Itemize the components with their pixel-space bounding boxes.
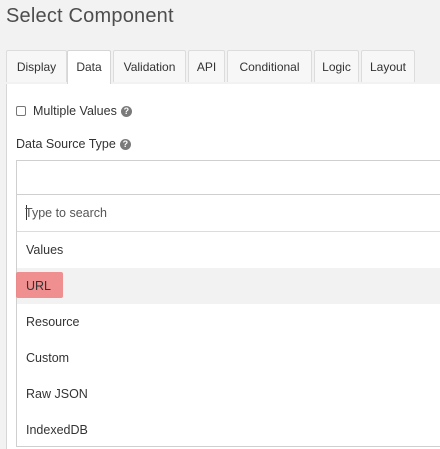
option-label: Raw JSON xyxy=(26,387,88,401)
option-label: IndexedDB xyxy=(26,423,88,437)
tab-logic[interactable]: Logic xyxy=(314,50,359,82)
multiple-values-row: Multiple Values ? xyxy=(16,104,132,118)
option-values[interactable]: Values xyxy=(17,232,440,268)
tab-conditional[interactable]: Conditional xyxy=(227,50,312,82)
data-source-type-label-row: Data Source Type ? xyxy=(16,137,131,151)
option-label: Values xyxy=(26,243,64,257)
question-circle-icon[interactable]: ? xyxy=(120,105,132,117)
tab-bar: Display Data Validation API Conditional … xyxy=(6,50,440,85)
tab-api[interactable]: API xyxy=(188,50,225,82)
option-resource[interactable]: Resource xyxy=(17,304,440,340)
data-source-type-select[interactable] xyxy=(16,160,440,195)
option-indexeddb[interactable]: IndexedDB xyxy=(17,412,440,448)
data-tab-panel: Multiple Values ? Data Source Type ? Val… xyxy=(6,84,440,449)
data-source-type-dropdown: Values URL Resource Custom Raw JSON Inde… xyxy=(16,194,440,447)
tab-display[interactable]: Display xyxy=(6,50,67,82)
option-label: Custom xyxy=(26,351,70,365)
data-source-type-label: Data Source Type xyxy=(16,137,116,151)
dropdown-search xyxy=(17,195,440,232)
option-label: URL xyxy=(26,279,52,293)
option-custom[interactable]: Custom xyxy=(17,340,440,376)
option-raw-json[interactable]: Raw JSON xyxy=(17,376,440,412)
tab-layout[interactable]: Layout xyxy=(361,50,415,82)
question-circle-icon[interactable]: ? xyxy=(119,138,131,150)
search-input[interactable] xyxy=(25,203,425,223)
tab-data[interactable]: Data xyxy=(67,50,111,85)
option-url[interactable]: URL xyxy=(16,268,440,304)
multiple-values-label[interactable]: Multiple Values xyxy=(33,104,117,118)
multiple-values-checkbox[interactable] xyxy=(16,106,26,116)
page-title: Select Component xyxy=(6,5,174,27)
tab-validation[interactable]: Validation xyxy=(113,50,186,82)
option-label: Resource xyxy=(26,315,80,329)
